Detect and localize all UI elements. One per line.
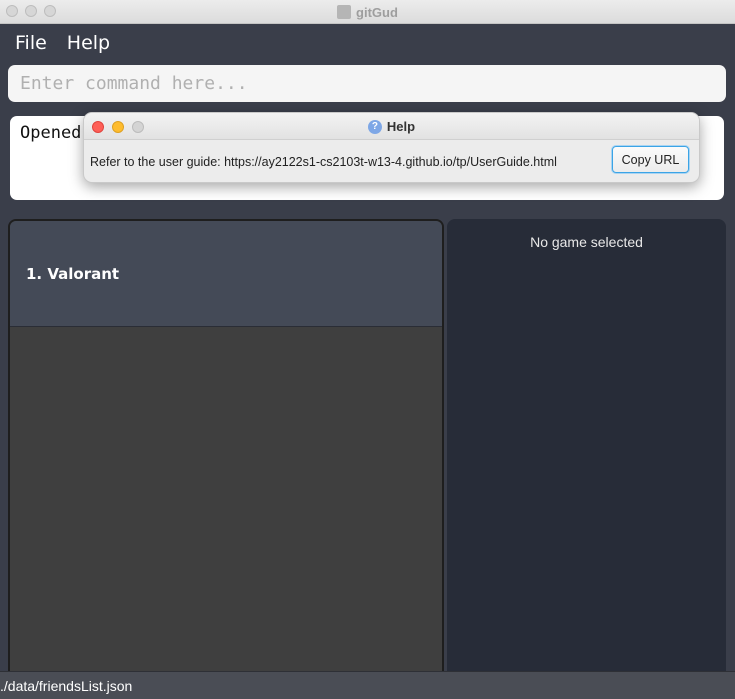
command-box	[8, 65, 726, 102]
list-item[interactable]: 1. Valorant	[10, 221, 442, 327]
question-mark-icon: ?	[367, 119, 382, 134]
menu-bar: File Help	[0, 24, 735, 62]
game-detail-panel: No game selected	[447, 219, 726, 683]
status-file-path: ./data/friendsList.json	[0, 677, 133, 694]
help-dialog-titlebar: ? Help	[84, 113, 699, 140]
help-dialog-body: Refer to the user guide: https://ay2122s…	[84, 140, 699, 182]
game-list-panel[interactable]: 1. Valorant	[8, 219, 444, 683]
help-message: Refer to the user guide: https://ay2122s…	[90, 155, 557, 169]
list-item-label: 1. Valorant	[26, 264, 120, 283]
help-dialog-title: Help	[386, 119, 416, 134]
menu-file[interactable]: File	[15, 32, 47, 54]
detail-empty-text: No game selected	[530, 234, 643, 250]
status-bar: ./data/friendsList.json	[0, 671, 735, 699]
copy-url-button[interactable]: Copy URL	[612, 146, 689, 173]
app-icon	[337, 5, 352, 19]
menu-help[interactable]: Help	[67, 32, 110, 54]
command-input[interactable]	[20, 73, 726, 94]
help-dialog: ? Help Refer to the user guide: https://…	[83, 112, 700, 183]
window-title: gitGud	[356, 4, 398, 20]
main-window-titlebar: gitGud	[0, 0, 735, 24]
